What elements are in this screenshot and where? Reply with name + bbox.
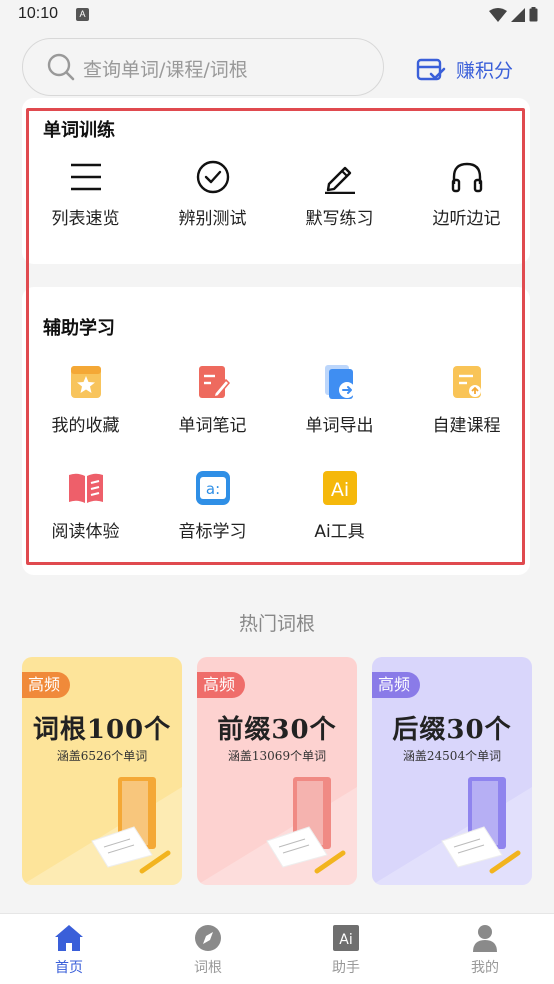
card-main-text: 后缀30个 xyxy=(392,715,512,745)
svg-text:Ai: Ai xyxy=(330,479,348,501)
custom-course-label: 自建课程 xyxy=(432,416,501,436)
custom-course-icon xyxy=(452,366,481,398)
status-icons xyxy=(489,7,538,22)
word-export-button[interactable]: 单词导出 xyxy=(276,363,403,436)
reading-experience-label: 阅读体验 xyxy=(51,522,120,542)
notification-icon: A xyxy=(76,8,89,21)
ai-tools-button[interactable]: Ai Ai工具 xyxy=(276,469,403,542)
word-export-label: 单词导出 xyxy=(305,416,374,436)
assist-study-title: 辅助学习 xyxy=(43,318,115,339)
assist-study-card: 辅助学习 我的收藏 单词笔记 单词导出 自建课程 阅读体验 a: 音标学习 Ai… xyxy=(22,287,530,575)
search-placeholder: 查询单词/课程/词根 xyxy=(83,59,248,81)
battery-icon xyxy=(529,7,538,22)
list-icon xyxy=(70,163,101,191)
my-favorites-button[interactable]: 我的收藏 xyxy=(22,363,149,436)
export-icon xyxy=(324,365,355,399)
book-illustration xyxy=(22,777,182,885)
svg-text:a:: a: xyxy=(205,480,219,498)
listen-memorize-label: 边听边记 xyxy=(432,209,501,229)
phonetic-study-label: 音标学习 xyxy=(178,522,247,542)
card-sub-text: 涵盖6526个单词 xyxy=(56,749,148,763)
reading-experience-button[interactable]: 阅读体验 xyxy=(22,469,149,542)
headphones-icon xyxy=(451,162,482,193)
card-main-text: 词根100个 xyxy=(32,715,172,745)
tab-assistant[interactable]: Ai 助手 xyxy=(296,924,396,977)
my-favorites-label: 我的收藏 xyxy=(51,416,120,436)
user-icon xyxy=(473,925,497,952)
bottom-tab-bar: 首页 词根 Ai 助手 我的 xyxy=(0,913,554,984)
word-notes-label: 单词笔记 xyxy=(178,416,247,436)
earn-points-label: 赚积分 xyxy=(456,60,514,82)
tab-profile[interactable]: 我的 xyxy=(435,924,535,977)
listen-memorize-button[interactable]: 边听边记 xyxy=(403,160,530,229)
svg-text:Ai: Ai xyxy=(339,932,352,948)
book-illustration xyxy=(197,777,357,885)
card-sub-text: 涵盖13069个单词 xyxy=(227,749,327,763)
status-bar: 10:10 A xyxy=(0,0,554,30)
suffix-30-card[interactable]: 高频 后缀30个 涵盖24504个单词 xyxy=(372,657,532,885)
search-icon xyxy=(47,53,75,81)
hot-roots-title: 热门词根 xyxy=(238,613,315,635)
ai-tools-label: Ai工具 xyxy=(314,522,365,542)
wifi-icon xyxy=(489,7,507,22)
roots-100-card[interactable]: 高频 词根100个 涵盖6526个单词 xyxy=(22,657,182,885)
signal-icon xyxy=(511,7,525,22)
dictation-practice-label: 默写练习 xyxy=(305,209,374,229)
dictation-practice-button[interactable]: 默写练习 xyxy=(276,160,403,229)
ai-icon: Ai xyxy=(322,471,357,505)
earn-points-button[interactable]: 赚积分 xyxy=(416,56,513,83)
card-main-text: 前缀30个 xyxy=(217,715,337,745)
book-illustration xyxy=(372,777,532,885)
status-time: 10:10 xyxy=(18,5,59,22)
prefix-30-card[interactable]: 高频 前缀30个 涵盖13069个单词 xyxy=(197,657,357,885)
discrimination-test-button[interactable]: 辨别测试 xyxy=(149,160,276,229)
tab-roots-label: 词根 xyxy=(194,960,222,976)
ai-assistant-icon: Ai xyxy=(333,925,359,951)
check-circle-icon xyxy=(196,160,229,194)
pencil-icon xyxy=(324,166,355,194)
star-favorite-icon xyxy=(70,366,101,398)
word-training-title: 单词训练 xyxy=(43,120,115,141)
book-icon xyxy=(68,473,103,503)
list-overview-button[interactable]: 列表速览 xyxy=(22,160,149,229)
list-overview-label: 列表速览 xyxy=(51,209,120,229)
points-card-icon xyxy=(416,58,446,80)
tab-home-label: 首页 xyxy=(55,960,83,976)
tab-roots[interactable]: 词根 xyxy=(158,924,258,977)
compass-icon xyxy=(195,925,221,951)
tab-home[interactable]: 首页 xyxy=(19,924,119,977)
high-frequency-badge: 高频 xyxy=(22,672,71,698)
custom-course-button[interactable]: 自建课程 xyxy=(403,363,530,436)
tab-assistant-label: 助手 xyxy=(332,960,360,976)
discrimination-test-label: 辨别测试 xyxy=(178,209,247,229)
search-input[interactable]: 查询单词/课程/词根 xyxy=(22,38,384,96)
card-sub-text: 涵盖24504个单词 xyxy=(402,749,502,763)
word-notes-button[interactable]: 单词笔记 xyxy=(149,363,276,436)
high-frequency-badge: 高频 xyxy=(197,672,246,698)
note-icon xyxy=(198,366,230,399)
high-frequency-badge: 高频 xyxy=(372,672,421,698)
tab-profile-label: 我的 xyxy=(471,960,499,976)
home-icon xyxy=(55,925,83,951)
phonetic-study-button[interactable]: a: 音标学习 xyxy=(149,469,276,542)
word-training-card: 单词训练 列表速览 辨别测试 默写练习 边听边记 xyxy=(22,98,530,264)
phonetic-icon: a: xyxy=(195,471,230,505)
